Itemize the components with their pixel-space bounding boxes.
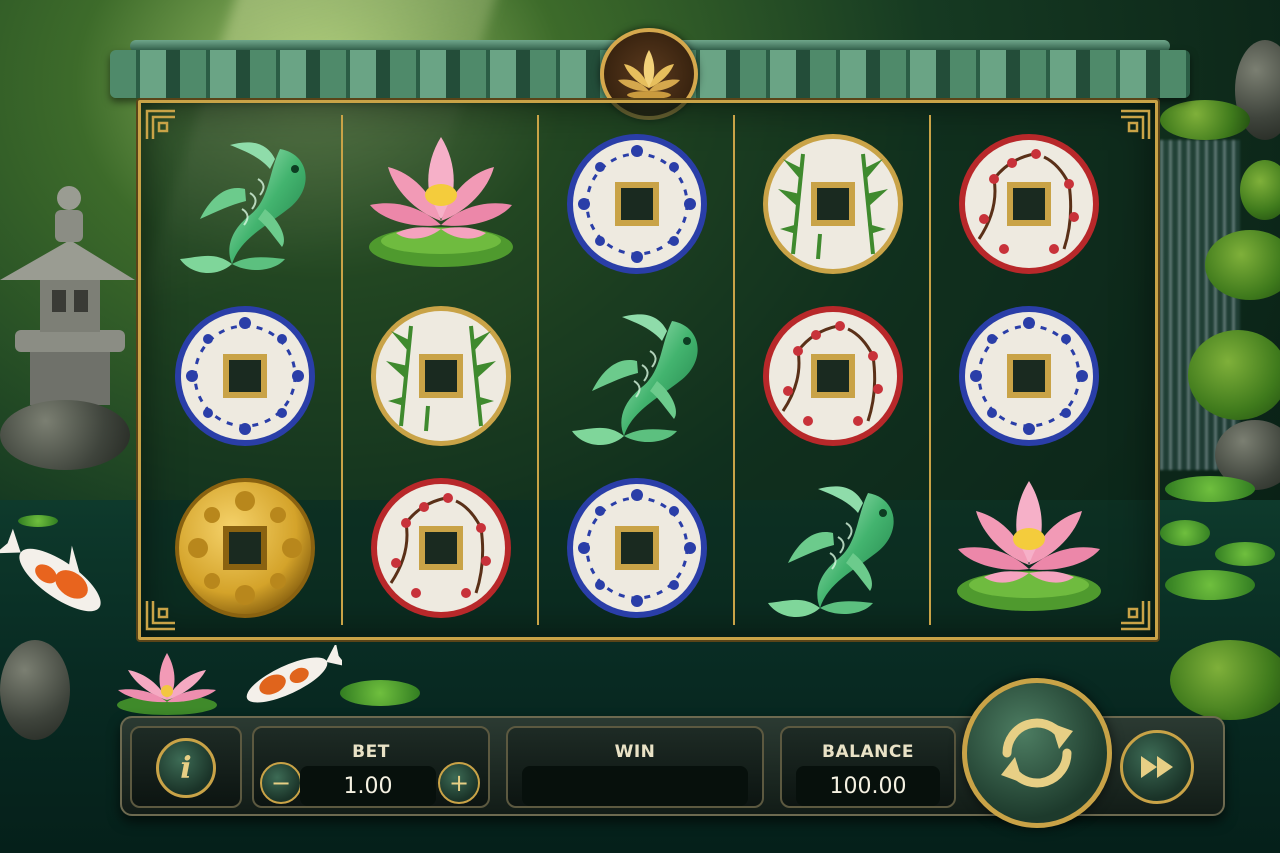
bamboo-coin-symbol bbox=[366, 301, 516, 451]
reel-divider bbox=[341, 115, 343, 625]
jade-koi-symbol bbox=[562, 301, 712, 451]
gold-floral-coin-symbol bbox=[170, 473, 320, 623]
bet-label: BET bbox=[352, 742, 390, 762]
win-value bbox=[522, 766, 748, 806]
moss bbox=[1240, 160, 1280, 220]
reel-grid bbox=[138, 100, 1158, 640]
bamboo-coin-symbol bbox=[758, 129, 908, 279]
reel-column-5 bbox=[931, 115, 1127, 625]
spin-arrows-icon bbox=[1001, 718, 1073, 788]
waterfall bbox=[1160, 140, 1240, 470]
bet-decrease-button[interactable]: − bbox=[260, 762, 302, 804]
spin-button[interactable] bbox=[962, 678, 1112, 828]
reel-divider bbox=[537, 115, 539, 625]
koi-fish bbox=[0, 528, 101, 612]
fast-forward-button[interactable] bbox=[1120, 730, 1194, 804]
balance-label: BALANCE bbox=[822, 742, 914, 762]
lily-pad bbox=[1160, 520, 1210, 546]
info-icon: i bbox=[180, 750, 192, 786]
plum-blossom-coin-symbol bbox=[758, 301, 908, 451]
lily-pad bbox=[1165, 476, 1255, 502]
pink-lotus-symbol bbox=[366, 129, 516, 279]
bet-increase-button[interactable]: + bbox=[438, 762, 480, 804]
win-box: WIN bbox=[506, 726, 764, 808]
lily-pad bbox=[1215, 542, 1275, 566]
balance-value: 100.00 bbox=[796, 766, 940, 806]
moss bbox=[1170, 640, 1280, 720]
lily-pad bbox=[1165, 570, 1255, 600]
pink-lotus-symbol bbox=[954, 473, 1104, 623]
balance-box: BALANCE 100.00 bbox=[780, 726, 956, 808]
fast-forward-icon bbox=[1141, 756, 1173, 778]
lotus-flower bbox=[117, 653, 217, 715]
reel-divider bbox=[929, 115, 931, 625]
moss bbox=[1160, 100, 1250, 140]
lily-pad bbox=[340, 680, 420, 706]
blue-floral-coin-symbol bbox=[954, 301, 1104, 451]
blue-floral-coin-symbol bbox=[562, 129, 712, 279]
stone-lantern bbox=[0, 186, 135, 405]
blue-floral-coin-symbol bbox=[170, 301, 320, 451]
jade-koi-symbol bbox=[170, 129, 320, 279]
bet-value: 1.00 bbox=[300, 766, 436, 806]
minus-icon: − bbox=[270, 769, 292, 797]
reel-divider bbox=[733, 115, 735, 625]
info-box: i bbox=[130, 726, 242, 808]
win-label: WIN bbox=[614, 742, 656, 762]
reel-column-3 bbox=[539, 115, 735, 625]
plum-blossom-coin-symbol bbox=[954, 129, 1104, 279]
blue-floral-coin-symbol bbox=[562, 473, 712, 623]
jade-koi-symbol bbox=[758, 473, 908, 623]
rock bbox=[0, 400, 130, 470]
reel-column-2 bbox=[343, 115, 539, 625]
plus-icon: + bbox=[448, 769, 470, 797]
koi-fish bbox=[246, 645, 342, 703]
bet-box: BET − 1.00 + bbox=[252, 726, 490, 808]
reel-column-4 bbox=[735, 115, 931, 625]
plum-blossom-coin-symbol bbox=[366, 473, 516, 623]
moss bbox=[1188, 330, 1280, 420]
reel-column-1 bbox=[147, 115, 343, 625]
rock bbox=[0, 640, 70, 740]
info-button[interactable]: i bbox=[156, 738, 216, 798]
